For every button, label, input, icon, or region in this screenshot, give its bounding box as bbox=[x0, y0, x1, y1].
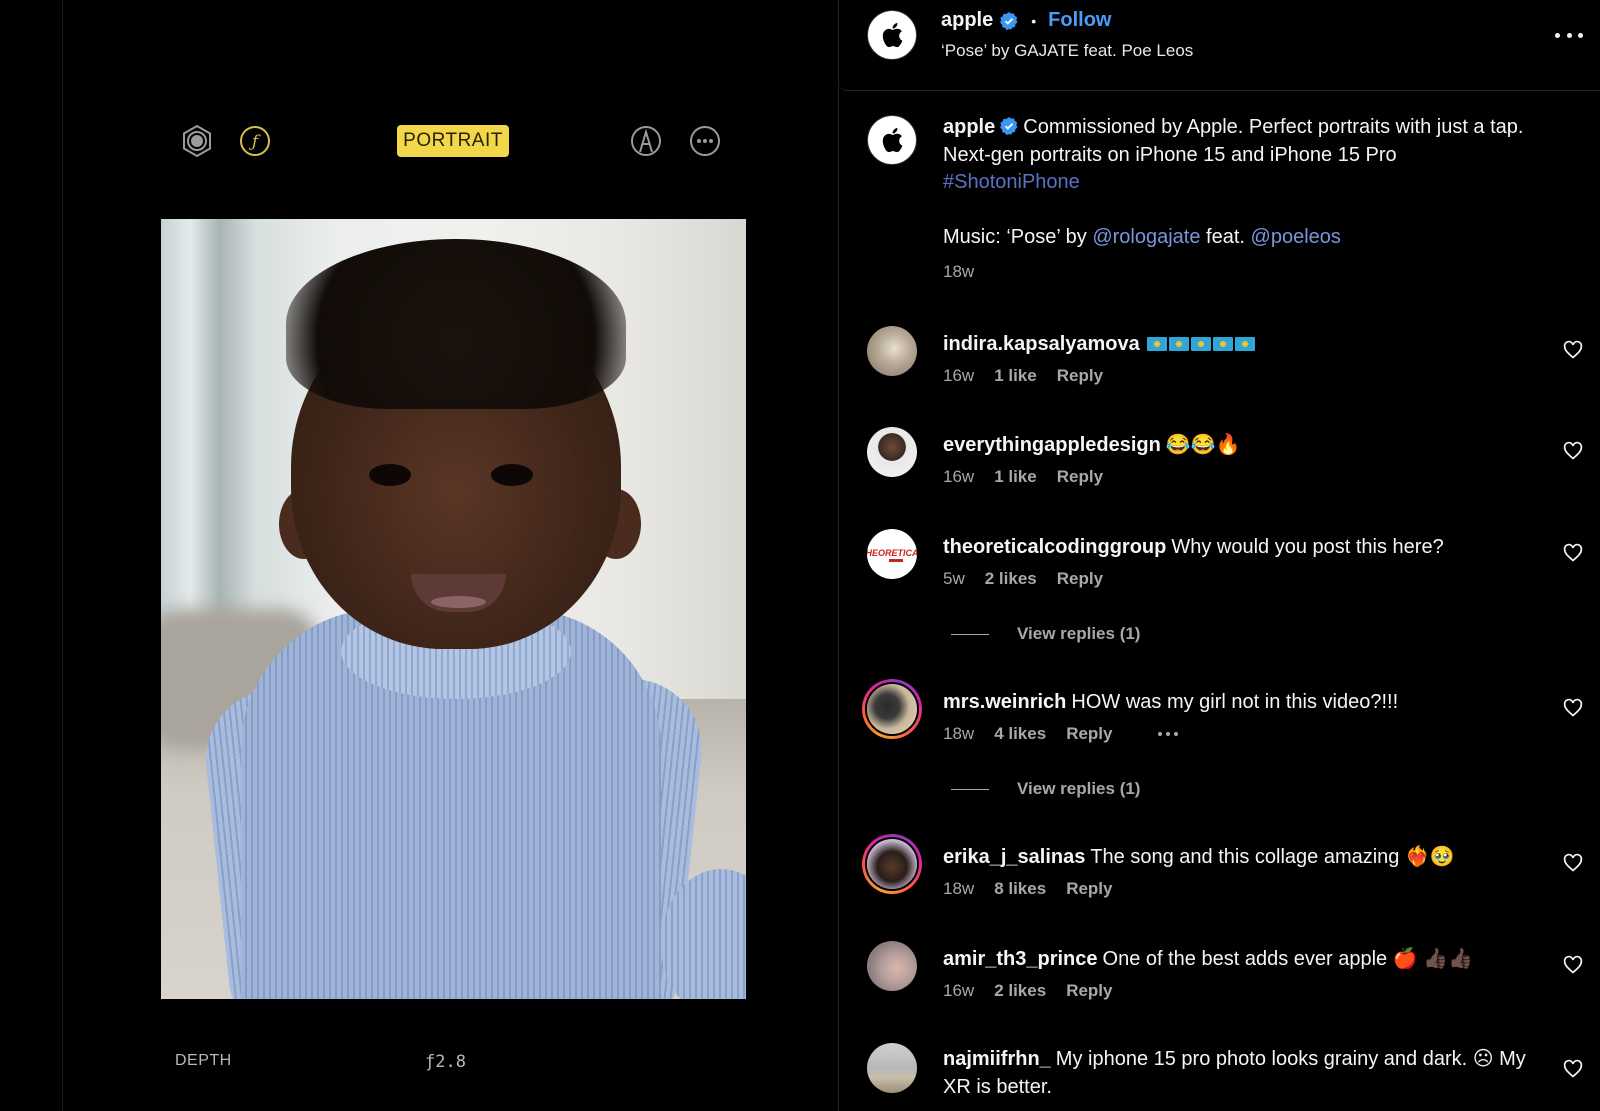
heart-icon[interactable] bbox=[1563, 955, 1583, 975]
audio-track-link[interactable]: ‘Pose’ by GAJATE feat. Poe Leos bbox=[941, 41, 1193, 61]
verified-badge-icon bbox=[1000, 117, 1018, 136]
comment-username[interactable]: everythingappledesign bbox=[943, 434, 1161, 456]
comment-likes[interactable]: 8 likes bbox=[994, 879, 1046, 899]
caption-timestamp: 18w bbox=[943, 262, 975, 281]
comment-username[interactable]: erika_j_salinas bbox=[943, 846, 1085, 868]
replies-rule bbox=[951, 788, 989, 790]
comment-text: One of the best adds ever apple 🍎 👍🏿👍🏿 bbox=[1102, 948, 1473, 970]
comment-username[interactable]: mrs.weinrich bbox=[943, 691, 1066, 713]
heart-icon[interactable] bbox=[1563, 853, 1583, 873]
music-mid: feat. bbox=[1206, 226, 1245, 248]
live-photo-icon[interactable] bbox=[180, 124, 214, 158]
svg-text:ƒ: ƒ bbox=[248, 132, 261, 152]
comment-timestamp: 16w bbox=[943, 981, 975, 1000]
view-replies-button[interactable]: View replies (1) bbox=[951, 779, 1140, 799]
comment-text: 😂😂🔥 bbox=[1165, 434, 1241, 456]
music-prefix: Music: ‘Pose’ by bbox=[943, 226, 1087, 248]
avatar[interactable] bbox=[867, 427, 917, 477]
avatar[interactable] bbox=[867, 115, 917, 165]
avatar[interactable] bbox=[867, 10, 917, 60]
reply-button[interactable]: Reply bbox=[1066, 981, 1112, 1001]
comment-text: The song and this collage amazing ❤️‍🔥🥹 bbox=[1090, 846, 1455, 868]
comment-timestamp: 16w bbox=[943, 366, 975, 385]
follow-button[interactable]: Follow bbox=[1048, 9, 1111, 32]
flag-emoji-list bbox=[1145, 333, 1255, 355]
comment-likes[interactable]: 1 like bbox=[994, 467, 1037, 487]
fstop-value[interactable]: ƒ2.8 bbox=[425, 1052, 466, 1072]
avatar-story-ring[interactable] bbox=[862, 834, 922, 894]
media-viewer: ƒ PORTRAIT DEPTH ƒ2.8 bbox=[0, 0, 838, 1111]
avatar[interactable]: THEORETICAL bbox=[867, 529, 917, 579]
heart-icon[interactable] bbox=[1563, 698, 1583, 718]
more-options-icon[interactable] bbox=[688, 124, 722, 158]
heart-icon[interactable] bbox=[1563, 441, 1583, 461]
avatar[interactable] bbox=[867, 326, 917, 376]
mention-link[interactable]: @rologajate bbox=[1092, 226, 1200, 248]
reply-button[interactable]: Reply bbox=[1057, 366, 1103, 386]
apple-logo-icon bbox=[882, 128, 903, 153]
comment-more-icon[interactable] bbox=[1158, 732, 1179, 736]
markup-pen-icon[interactable] bbox=[629, 124, 663, 158]
caption-text: Commissioned by Apple. Perfect portraits… bbox=[943, 116, 1524, 166]
post-header: apple • Follow ‘Pose’ by GAJATE feat. Po… bbox=[839, 0, 1600, 91]
comment-username[interactable]: amir_th3_prince bbox=[943, 948, 1098, 970]
hashtag-link[interactable]: #ShotoniPhone bbox=[943, 171, 1080, 193]
view-replies-label: View replies (1) bbox=[1017, 624, 1141, 643]
replies-rule bbox=[951, 633, 989, 635]
avatar-story-ring[interactable] bbox=[862, 679, 922, 739]
separator-dot: • bbox=[1031, 12, 1037, 29]
camera-toolbar: ƒ PORTRAIT bbox=[0, 120, 838, 162]
comment-text: HOW was my girl not in this video?!!! bbox=[1071, 691, 1399, 713]
comment-likes[interactable]: 1 like bbox=[994, 366, 1037, 386]
avatar[interactable] bbox=[867, 941, 917, 991]
reply-button[interactable]: Reply bbox=[1057, 467, 1103, 487]
comment-username[interactable]: indira.kapsalyamova bbox=[943, 333, 1140, 355]
portrait-photo bbox=[161, 219, 746, 999]
reply-button[interactable]: Reply bbox=[1057, 569, 1103, 589]
svg-text:THEORETICAL: THEORETICAL bbox=[867, 548, 917, 558]
heart-icon[interactable] bbox=[1563, 1059, 1583, 1079]
heart-icon[interactable] bbox=[1563, 340, 1583, 360]
avatar[interactable] bbox=[867, 1043, 917, 1093]
comment-username[interactable]: theoreticalcodinggroup bbox=[943, 536, 1166, 558]
view-replies-label: View replies (1) bbox=[1017, 779, 1141, 798]
comment-timestamp: 16w bbox=[943, 467, 975, 486]
reply-button[interactable]: Reply bbox=[1066, 724, 1112, 744]
caption-username[interactable]: apple bbox=[943, 116, 995, 138]
comment-likes[interactable]: 2 likes bbox=[985, 569, 1037, 589]
media-divider bbox=[62, 0, 63, 1111]
reply-button[interactable]: Reply bbox=[1066, 879, 1112, 899]
apple-logo-icon bbox=[882, 23, 903, 48]
comment-likes[interactable]: 2 likes bbox=[994, 981, 1046, 1001]
aperture-f-icon[interactable]: ƒ bbox=[238, 124, 272, 158]
comment-timestamp: 5w bbox=[943, 569, 965, 588]
heart-icon[interactable] bbox=[1563, 543, 1583, 563]
mention-link[interactable]: @poeleos bbox=[1251, 226, 1341, 248]
depth-label: DEPTH bbox=[175, 1052, 232, 1069]
post-author-username[interactable]: apple bbox=[941, 9, 993, 32]
more-options-button[interactable] bbox=[1555, 25, 1583, 45]
comment-timestamp: 18w bbox=[943, 724, 975, 743]
comment-likes[interactable]: 4 likes bbox=[994, 724, 1046, 744]
comment-timestamp: 18w bbox=[943, 879, 975, 898]
view-replies-button[interactable]: View replies (1) bbox=[951, 624, 1140, 644]
verified-badge-icon bbox=[1000, 11, 1018, 30]
portrait-mode-label[interactable]: PORTRAIT bbox=[397, 125, 509, 157]
comment-text: Why would you post this here? bbox=[1171, 536, 1444, 558]
comments-panel: apple • Follow ‘Pose’ by GAJATE feat. Po… bbox=[838, 0, 1600, 1111]
comment-username[interactable]: najmiifrhn_ bbox=[943, 1048, 1051, 1070]
